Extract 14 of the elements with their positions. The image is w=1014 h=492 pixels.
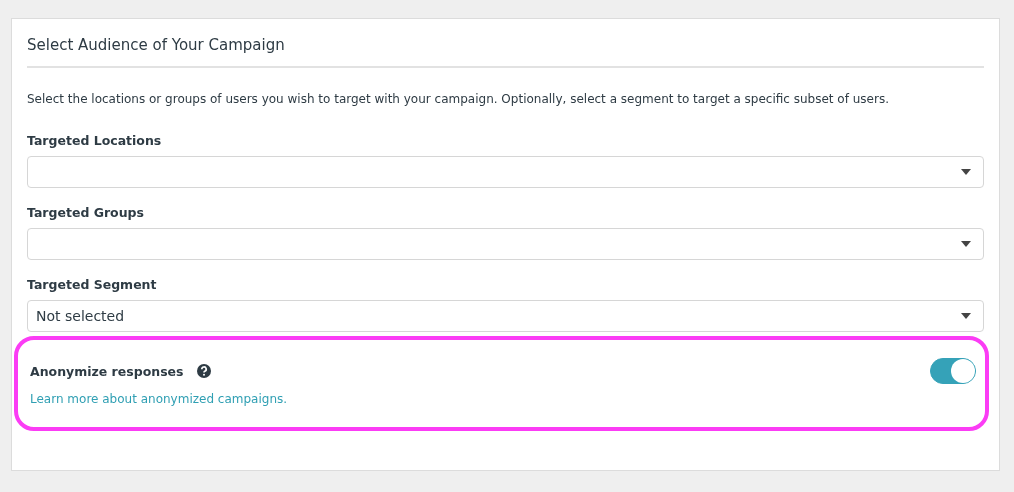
toggle-label: Anonymize responses: [30, 363, 184, 379]
help-icon[interactable]: [196, 364, 211, 378]
field-label: Targeted Segment: [27, 277, 158, 292]
field-label: Targeted Locations: [27, 133, 163, 148]
dropdown-field[interactable]: [27, 228, 984, 260]
caret-icon: [961, 169, 971, 175]
dropdown-field[interactable]: [27, 156, 984, 188]
dropdown-field[interactable]: Not selected: [27, 300, 984, 332]
section-title: Select Audience of Your Campaign: [27, 36, 984, 68]
field-label: Targeted Groups: [27, 205, 145, 220]
caret-icon: [961, 313, 971, 319]
caret-icon: [961, 241, 971, 247]
description-text: Select the locations or groups of users you wish to target with your campaign. Optionally, select a segment to target a specific subset of users.: [27, 92, 890, 106]
toggle-switch[interactable]: [930, 358, 976, 384]
